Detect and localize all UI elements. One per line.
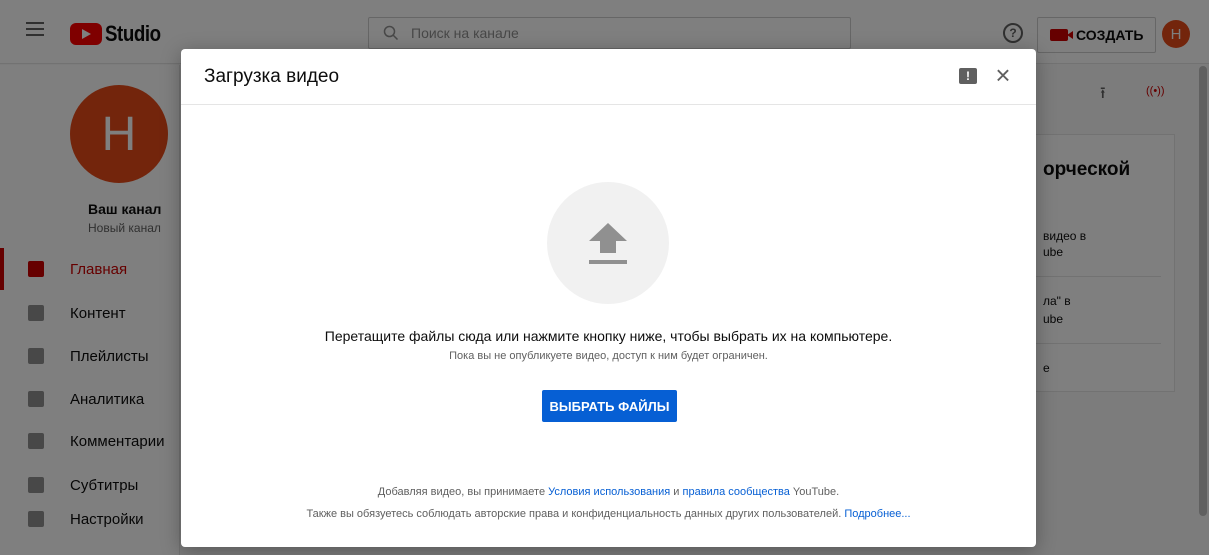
close-icon[interactable]: × bbox=[993, 62, 1013, 88]
drop-instructions: Перетащите файлы сюда или нажмите кнопку… bbox=[324, 328, 893, 344]
terms-and: и bbox=[670, 486, 683, 498]
terms-suffix: YouTube. bbox=[789, 486, 840, 498]
copyright-statement: Также вы обязуетесь соблюдать авторские … bbox=[306, 508, 845, 520]
upload-arrow-icon bbox=[589, 223, 627, 264]
dialog-title: Загрузка видео bbox=[204, 66, 340, 87]
feedback-icon[interactable]: ! bbox=[959, 68, 977, 84]
terms-text: Добавляя видео, вы принимаете Условия ис… bbox=[181, 486, 1036, 498]
terms-prefix: Добавляя видео, вы принимаете bbox=[377, 486, 549, 498]
upload-drop-target[interactable] bbox=[547, 182, 669, 304]
dialog-header: Загрузка видео ! × bbox=[181, 49, 1036, 105]
upload-dialog: Загрузка видео ! × Перетащите файлы сюда… bbox=[181, 49, 1036, 547]
terms-of-service-link[interactable]: Условия использования bbox=[548, 486, 670, 498]
community-guidelines-link[interactable]: правила сообщества bbox=[683, 486, 790, 498]
copyright-text: Также вы обязуетесь соблюдать авторские … bbox=[181, 508, 1036, 520]
select-files-button[interactable]: ВЫБРАТЬ ФАЙЛЫ bbox=[542, 390, 677, 422]
privacy-note: Пока вы не опубликуете видео, доступ к н… bbox=[449, 350, 768, 362]
learn-more-link[interactable]: Подробнее... bbox=[844, 508, 910, 520]
